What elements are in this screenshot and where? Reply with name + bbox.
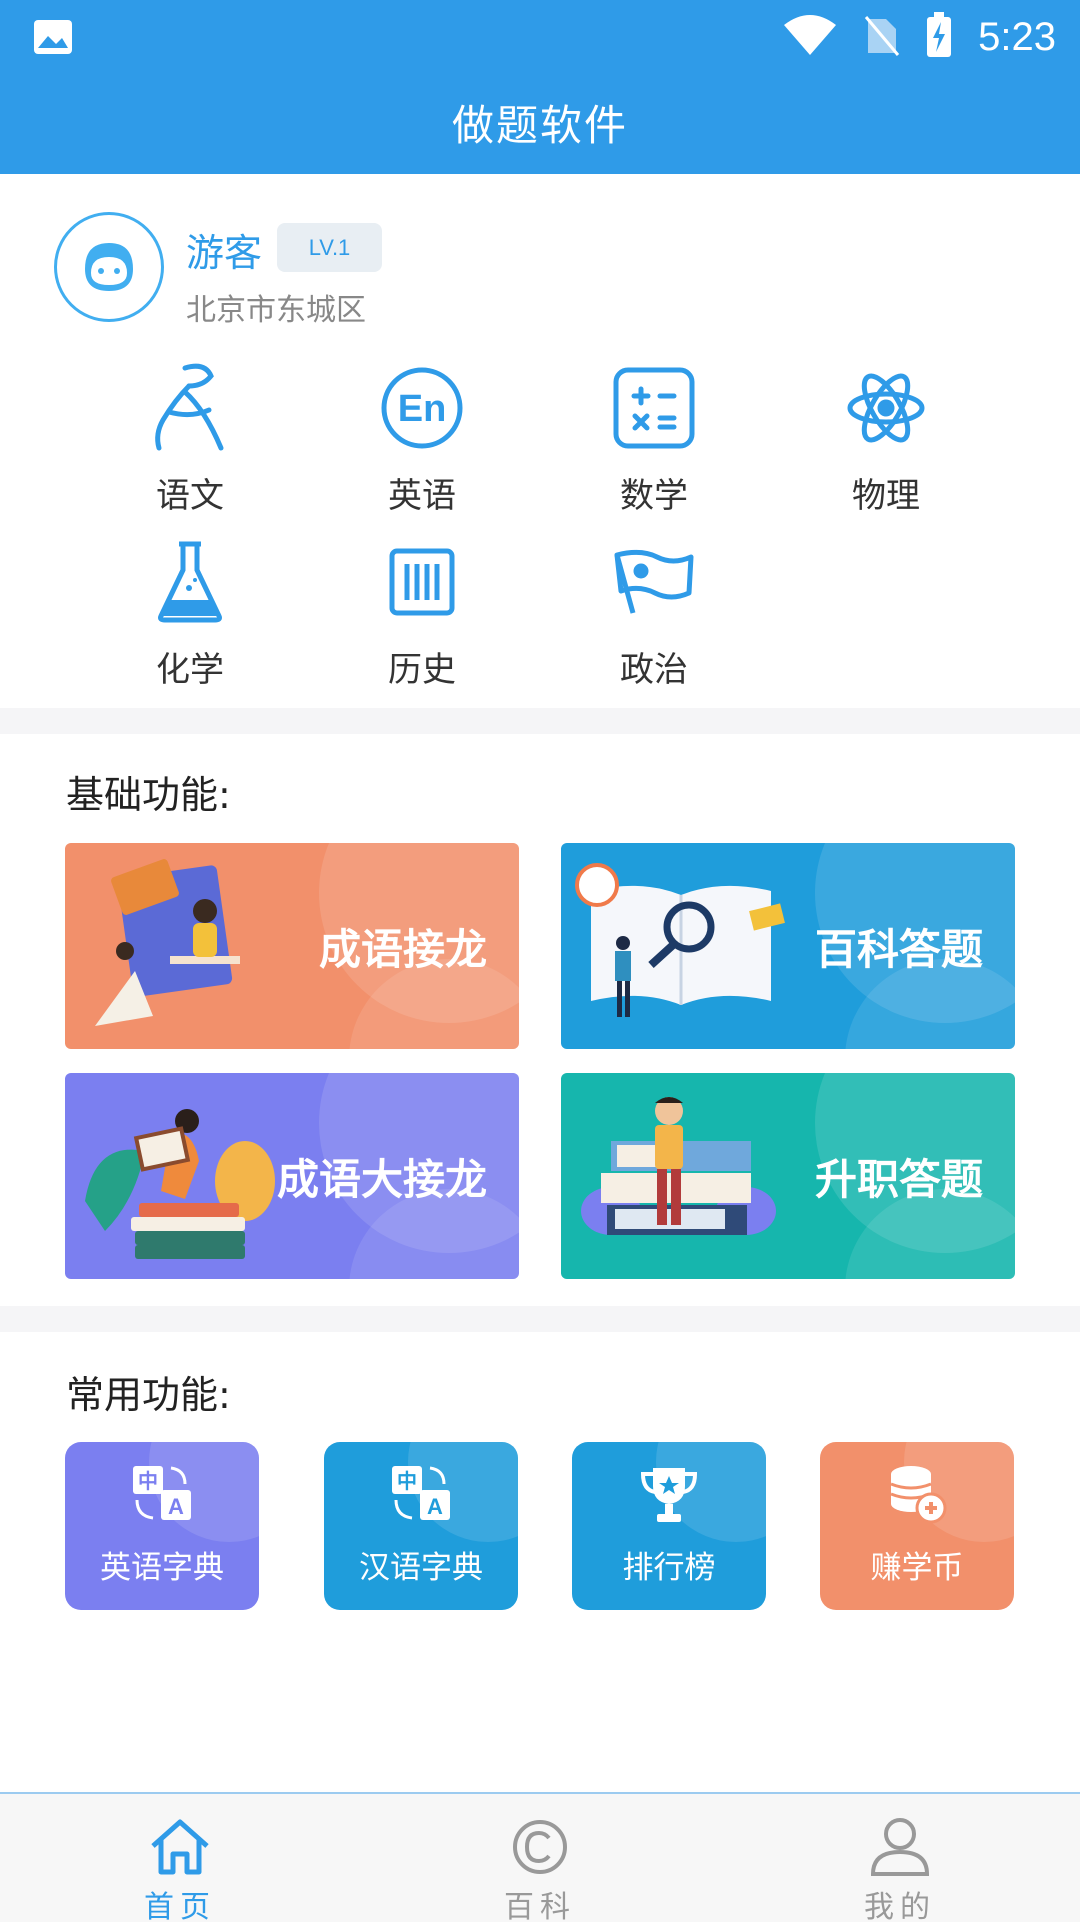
atom-icon (836, 358, 936, 458)
translate-icon: 中A (324, 1462, 518, 1532)
subject-politics[interactable]: 政治 (554, 532, 754, 691)
stacked-books-person-illustration (581, 1097, 776, 1235)
section-divider (0, 1306, 1080, 1332)
history-scroll-icon (372, 532, 472, 632)
bottom-nav: 首页 百科 我的 (0, 1792, 1080, 1925)
subject-label: 政治 (620, 650, 688, 690)
copyright-icon (440, 1794, 640, 1876)
card-label: 成语接龙 (318, 924, 487, 974)
nav-home[interactable]: 首页 (80, 1794, 280, 1925)
svg-text:A: A (168, 1494, 184, 1519)
tool-label: 汉语字典 (359, 1550, 483, 1586)
nav-label: 我的 (864, 1890, 936, 1925)
page-title: 做题软件 (451, 101, 628, 150)
svg-text:中: 中 (138, 1469, 158, 1493)
card-encyclopedia-quiz[interactable]: 百科答题 (561, 843, 1015, 1049)
trophy-icon (572, 1462, 766, 1532)
avatar[interactable] (54, 212, 164, 322)
card-label: 百科答题 (814, 924, 983, 974)
subject-physics[interactable]: 物理 (786, 358, 986, 517)
app-header: 5:23 做题软件 (0, 0, 1080, 174)
nav-label: 百科 (504, 1890, 576, 1925)
avatar-face-icon (85, 243, 133, 291)
user-name[interactable]: 游客 (186, 222, 262, 277)
en-circle-icon: En (372, 358, 472, 458)
subject-label: 物理 (852, 476, 920, 516)
tool-chinese-dictionary[interactable]: 中A 汉语字典 (324, 1442, 518, 1610)
flask-icon (140, 532, 240, 632)
subject-label: 英语 (388, 476, 456, 516)
subject-label: 化学 (156, 650, 224, 690)
card-label: 成语大接龙 (276, 1154, 487, 1204)
common-section-title: 常用功能: (66, 1373, 231, 1417)
subject-label: 历史 (388, 650, 456, 690)
subject-chemistry[interactable]: 化学 (90, 532, 290, 691)
card-promotion-quiz[interactable]: 升职答题 (561, 1073, 1015, 1279)
status-bar: 5:23 (0, 0, 1080, 74)
nav-encyclopedia[interactable]: 百科 (440, 1794, 640, 1925)
user-location: 北京市东城区 (186, 293, 366, 328)
svg-text:中: 中 (397, 1469, 417, 1493)
subject-history[interactable]: 历史 (322, 532, 522, 691)
home-icon (80, 1794, 280, 1876)
svg-text:En: En (398, 388, 447, 430)
nav-mine[interactable]: 我的 (800, 1794, 1000, 1925)
chinese-brush-icon (140, 358, 240, 458)
gallery-notification-icon (32, 16, 74, 62)
book-magnifier-illustration (575, 863, 785, 1017)
card-idiom-chain[interactable]: 成语接龙 (65, 843, 519, 1049)
subject-chinese[interactable]: 语文 (90, 358, 290, 517)
level-badge: LV.1 (277, 223, 382, 272)
svg-text:A: A (427, 1494, 443, 1519)
tool-label: 排行榜 (622, 1550, 716, 1586)
subject-math[interactable]: 数学 (554, 358, 754, 517)
status-time: 5:23 (978, 14, 1056, 59)
basic-section-title: 基础功能: (66, 773, 231, 817)
tool-english-dictionary[interactable]: 中A 英语字典 (65, 1442, 259, 1610)
wifi-icon (782, 13, 838, 61)
calculator-icon (604, 358, 704, 458)
nav-label: 首页 (144, 1890, 216, 1925)
tool-leaderboard[interactable]: 排行榜 (572, 1442, 766, 1610)
card-label: 升职答题 (814, 1154, 983, 1204)
tool-label: 赚学币 (870, 1550, 964, 1586)
reading-student-illustration (95, 859, 240, 1026)
flag-icon (604, 532, 704, 632)
battery-charging-icon (926, 12, 952, 62)
subject-label: 语文 (156, 476, 224, 516)
user-icon (800, 1794, 1000, 1876)
card-idiom-grand-chain[interactable]: 成语大接龙 (65, 1073, 519, 1279)
subject-english[interactable]: En 英语 (322, 358, 522, 517)
reading-on-books-illustration (85, 1109, 275, 1259)
subject-label: 数学 (620, 476, 688, 516)
tool-earn-coins[interactable]: 赚学币 (820, 1442, 1014, 1610)
translate-icon: 中A (65, 1462, 259, 1532)
coins-icon (820, 1462, 1014, 1532)
section-divider (0, 708, 1080, 734)
no-sim-icon (864, 13, 900, 61)
tool-label: 英语字典 (100, 1550, 224, 1586)
